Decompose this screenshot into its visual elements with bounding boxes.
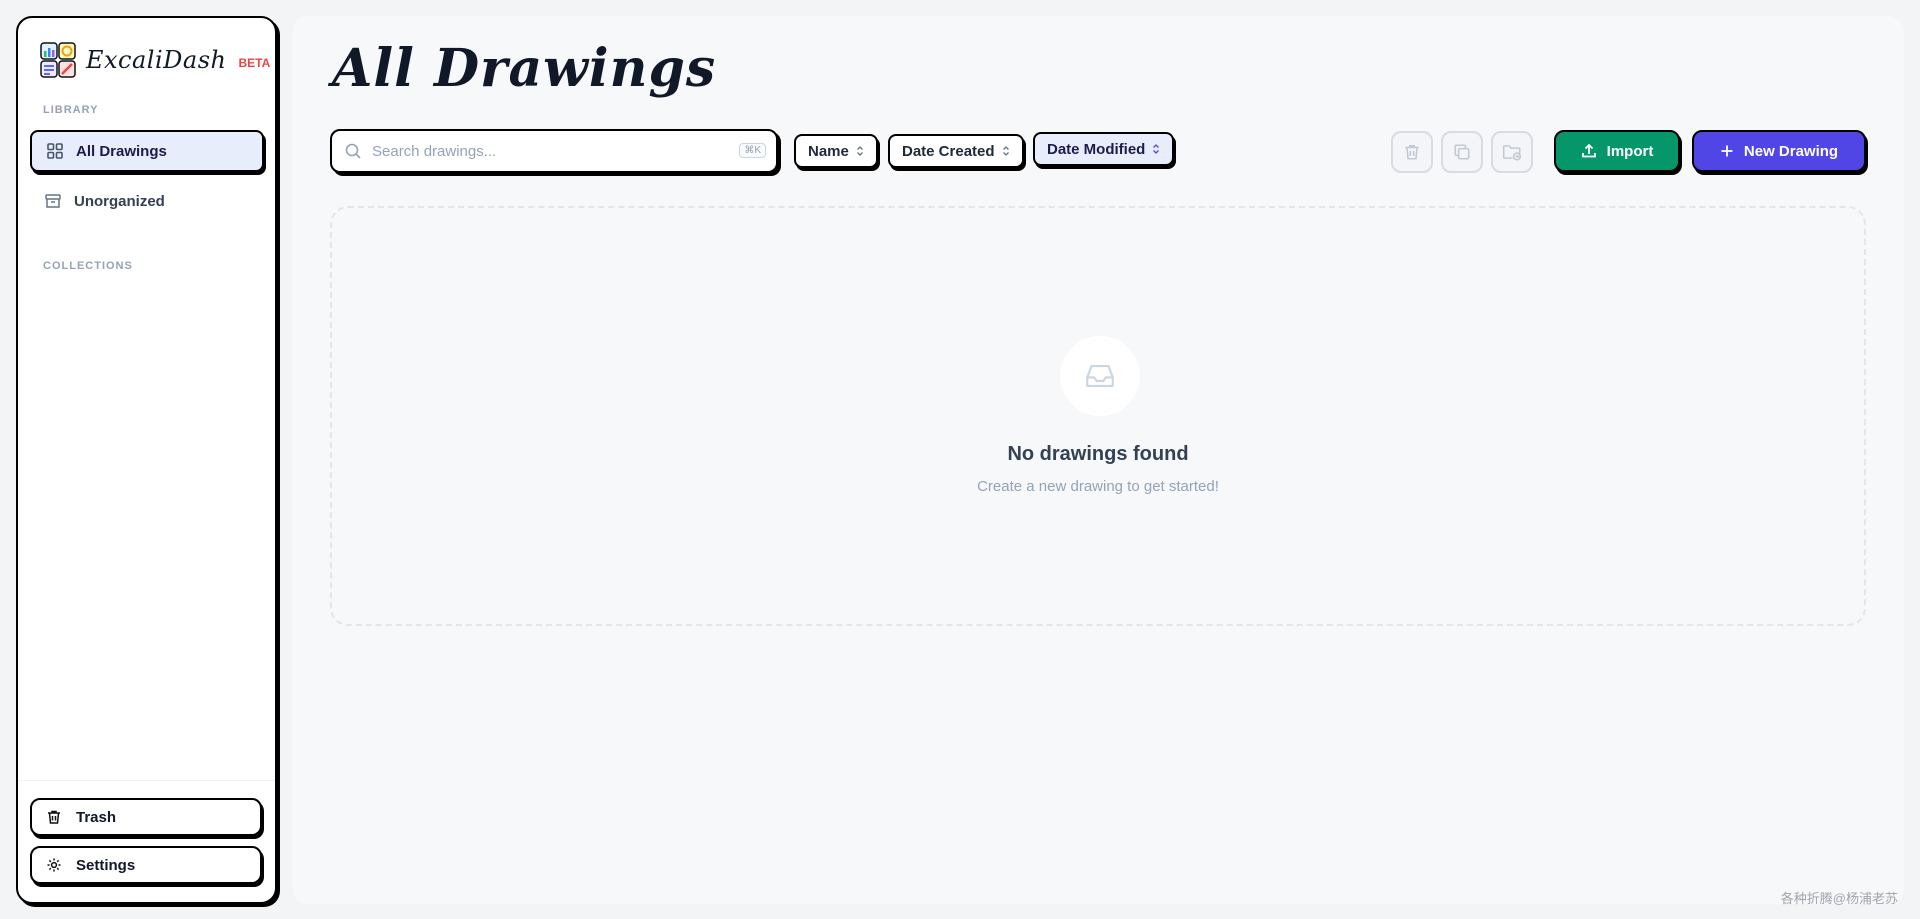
archive-icon — [44, 192, 62, 210]
plus-icon — [1720, 144, 1734, 158]
upload-icon — [1581, 143, 1597, 159]
new-drawing-label: New Drawing — [1743, 142, 1839, 160]
sidebar-item-label: Unorganized — [74, 192, 165, 210]
new-drawing-button[interactable]: New Drawing — [1692, 130, 1866, 172]
watermark: 各种折腾@杨浦老苏 — [1780, 891, 1898, 906]
settings-label: Settings — [76, 856, 136, 874]
empty-state-title: No drawings found — [1007, 443, 1189, 465]
sort-label: Date Created — [902, 142, 995, 160]
gear-icon — [46, 857, 62, 873]
import-button[interactable]: Import — [1554, 130, 1680, 172]
search-box[interactable]: ⌘K — [330, 129, 778, 173]
library-section-label: LIBRARY — [43, 104, 99, 116]
sort-chevrons-icon — [1002, 145, 1010, 157]
app-name: ExcaliDash — [86, 46, 227, 74]
trash-label: Trash — [76, 808, 117, 826]
collections-section-label: COLLECTIONS — [43, 260, 133, 272]
page-title: All Drawings — [332, 38, 717, 99]
empty-state-subtitle: Create a new drawing to get started! — [977, 478, 1219, 495]
sort-date-created-button[interactable]: Date Created — [888, 134, 1024, 168]
search-icon — [344, 142, 362, 160]
keyboard-shortcut-hint: ⌘K — [739, 143, 766, 158]
sort-date-modified-button[interactable]: Date Modified — [1033, 132, 1175, 166]
sidebar-divider — [18, 780, 275, 781]
brand[interactable]: ExcaliDash BETA — [40, 40, 270, 80]
grid-icon — [46, 142, 64, 160]
copy-icon — [1453, 143, 1471, 161]
sidebar: ExcaliDash BETA LIBRARY All Drawings Uno… — [16, 16, 277, 904]
import-label: Import — [1606, 142, 1654, 160]
folder-move-icon — [1502, 143, 1522, 161]
sidebar-item-unorganized[interactable]: Unorganized — [30, 180, 264, 222]
inbox-icon — [1060, 336, 1140, 416]
sort-name-button[interactable]: Name — [794, 134, 878, 168]
sort-chevrons-icon — [856, 145, 864, 157]
sidebar-item-label: All Drawings — [76, 142, 167, 160]
bulk-duplicate-button[interactable] — [1441, 131, 1483, 173]
trash-icon — [46, 809, 62, 825]
sort-chevrons-icon — [1152, 143, 1160, 155]
empty-state: No drawings found Create a new drawing t… — [330, 206, 1866, 626]
settings-button[interactable]: Settings — [30, 846, 262, 884]
app-logo-icon — [40, 42, 76, 78]
trash-icon — [1403, 143, 1421, 161]
sort-label: Date Modified — [1047, 140, 1146, 158]
search-input[interactable] — [372, 142, 712, 160]
bulk-move-button[interactable] — [1491, 131, 1533, 173]
beta-badge: BETA — [238, 56, 271, 70]
bulk-delete-button[interactable] — [1391, 131, 1433, 173]
main-panel: All Drawings ⌘K Name Date Created Date M… — [292, 16, 1904, 904]
trash-button[interactable]: Trash — [30, 798, 262, 836]
sidebar-item-all-drawings[interactable]: All Drawings — [30, 130, 264, 172]
sort-label: Name — [808, 142, 849, 160]
